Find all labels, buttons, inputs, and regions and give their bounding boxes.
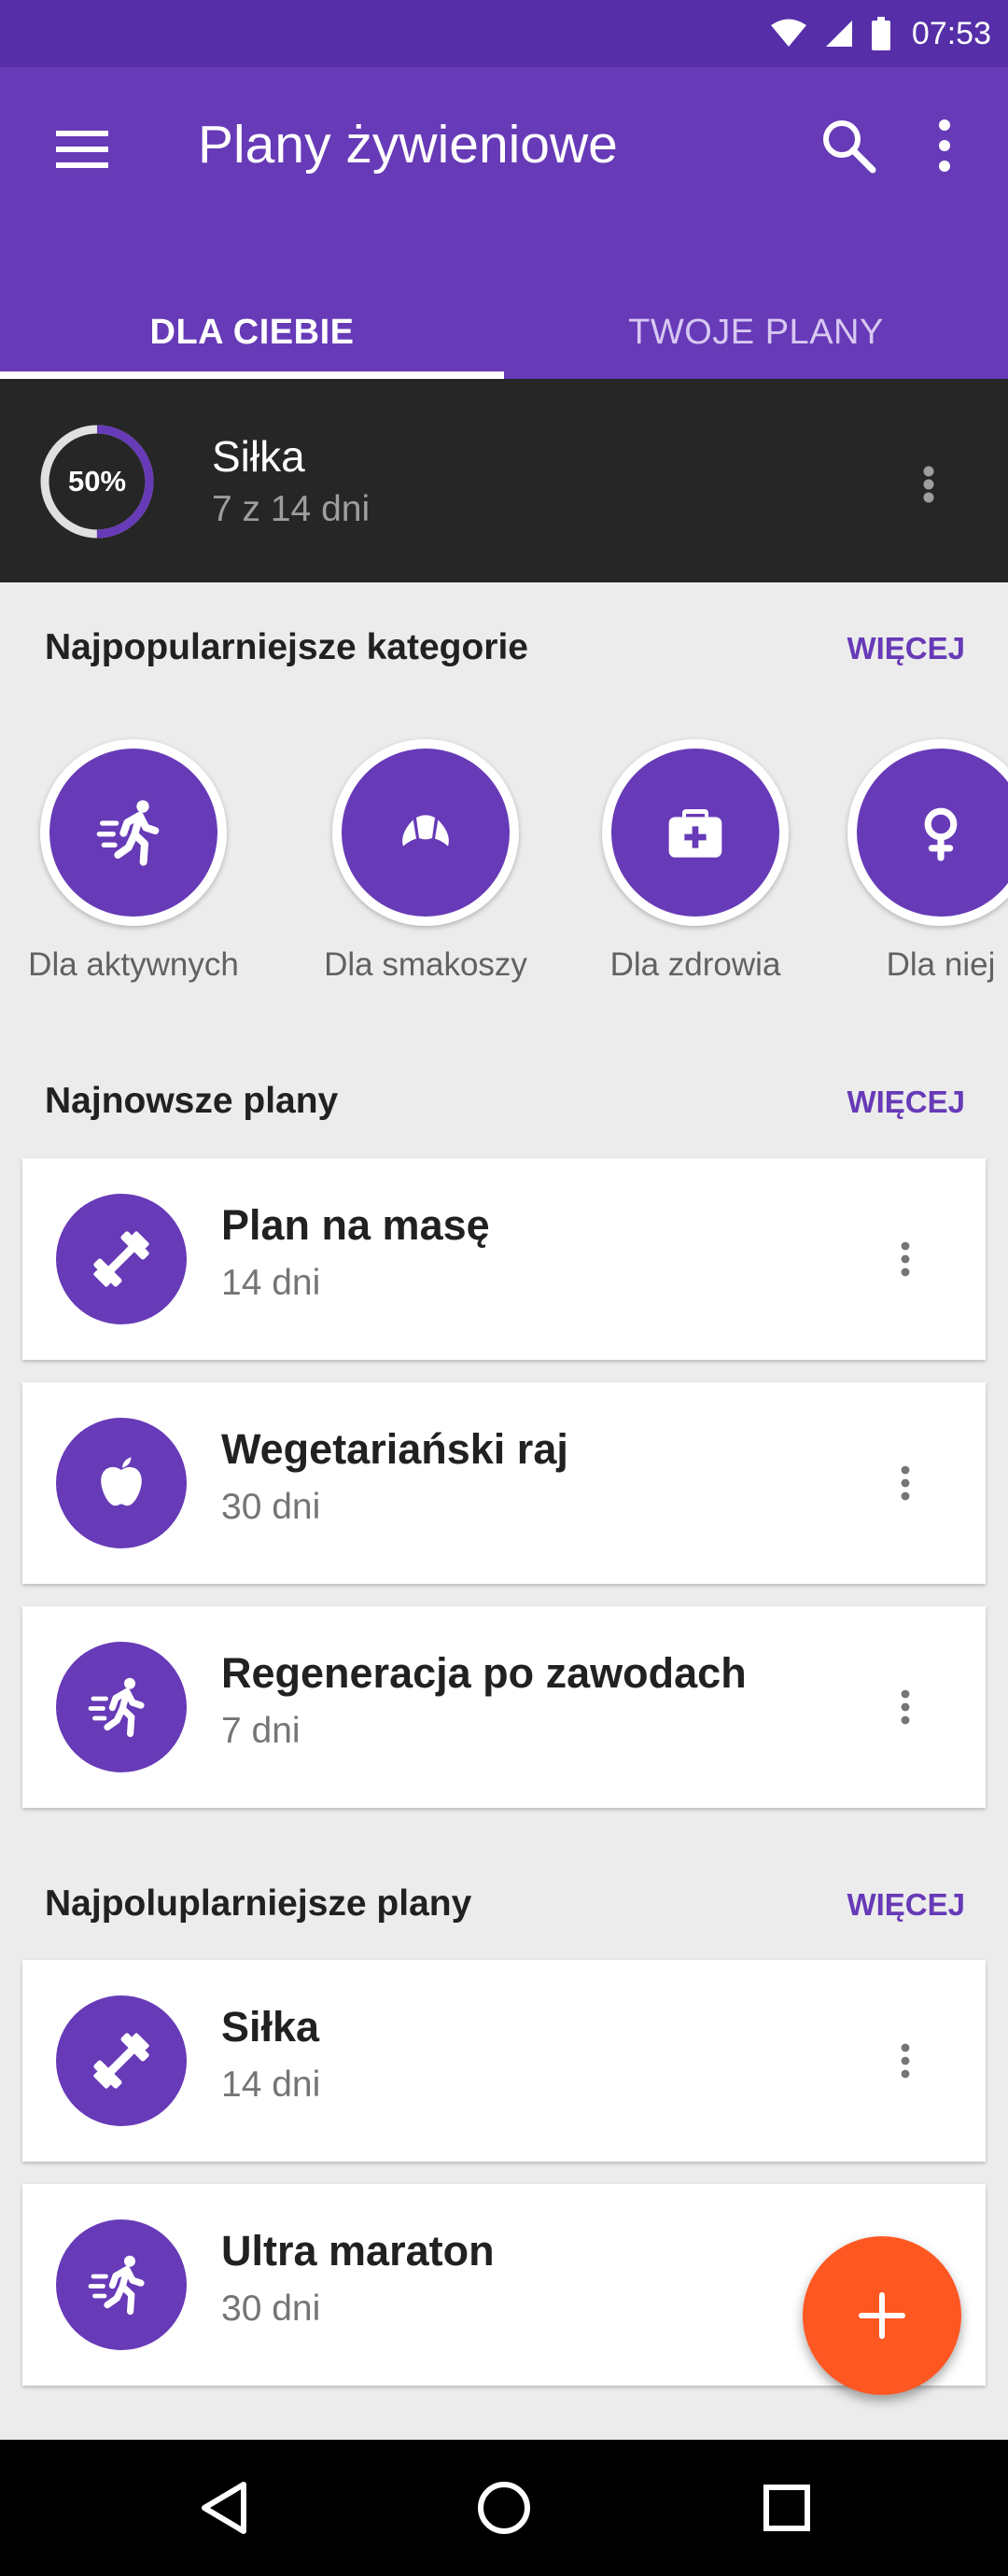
overflow-menu-button[interactable] — [924, 112, 965, 179]
more-vertical-icon — [901, 1241, 910, 1277]
status-icons: 07:53 — [770, 11, 991, 56]
nav-home-button[interactable] — [462, 2466, 546, 2550]
status-time: 07:53 — [911, 15, 991, 51]
dumbbell-icon — [86, 2025, 157, 2096]
newest-section-title: Najnowsze plany — [45, 1081, 339, 1121]
plan-duration: 30 dni — [221, 2289, 321, 2329]
dumbbell-icon — [86, 1224, 157, 1295]
battery-icon — [871, 17, 890, 50]
nav-back-button[interactable] — [182, 2466, 266, 2550]
wifi-icon — [770, 19, 806, 47]
first-aid-kit-icon — [658, 795, 733, 870]
current-plan-progress-text: 7 z 14 dni — [212, 489, 371, 529]
system-navigation-bar — [0, 2440, 1008, 2576]
category-label: Dla niej — [886, 946, 996, 983]
plan-duration: 14 dni — [221, 1263, 321, 1303]
plan-title: Wegetariański raj — [221, 1425, 568, 1473]
category-label: Dla aktywnych — [28, 946, 239, 983]
plan-icon — [56, 1995, 187, 2126]
plus-icon — [859, 2292, 905, 2339]
search-icon — [823, 120, 876, 174]
tab-indicator — [0, 371, 504, 379]
running-icon — [88, 1673, 155, 1741]
running-icon — [96, 795, 171, 870]
apple-icon — [89, 1450, 154, 1516]
category-active-button[interactable] — [40, 739, 227, 926]
page-title: Plany żywieniowe — [198, 115, 618, 175]
category-health-button[interactable] — [602, 739, 789, 926]
status-bar: 07:53 — [0, 0, 1008, 67]
female-icon — [907, 799, 974, 866]
signal-icon — [825, 21, 852, 47]
plan-duration: 30 dni — [221, 1487, 321, 1527]
recents-square-icon — [763, 2485, 810, 2531]
tab-twoje-plany[interactable]: TWOJE PLANY — [504, 286, 1008, 379]
current-plan-title: Siłka — [212, 432, 305, 481]
plan-title: Ultra maraton — [221, 2227, 495, 2275]
plan-more-button[interactable] — [887, 2023, 924, 2098]
plan-title: Siłka — [221, 2003, 320, 2051]
plan-more-button[interactable] — [887, 1446, 924, 1520]
plan-duration: 14 dni — [221, 2065, 321, 2105]
category-label: Dla smakoszy — [324, 946, 527, 983]
popular-more-link[interactable]: WIĘCEJ — [847, 1887, 965, 1923]
current-plan-more-button[interactable] — [910, 446, 947, 521]
popular-section-title: Najpoluplarniejsze plany — [45, 1883, 472, 1924]
newest-more-link[interactable]: WIĘCEJ — [847, 1085, 965, 1120]
back-triangle-icon — [202, 2482, 246, 2534]
menu-button[interactable] — [49, 116, 116, 183]
category-for-her-button[interactable] — [847, 739, 1008, 926]
nav-recents-button[interactable] — [745, 2466, 829, 2550]
plan-title: Plan na masę — [221, 1201, 490, 1249]
plan-card[interactable]: Siłka 14 dni — [22, 1960, 986, 2162]
more-vertical-icon — [939, 119, 950, 172]
more-vertical-icon — [901, 1465, 910, 1501]
categories-section-title: Najpopularniejsze kategorie — [45, 627, 528, 667]
plan-duration: 7 dni — [221, 1711, 301, 1751]
running-icon — [88, 2251, 155, 2318]
more-vertical-icon — [923, 466, 934, 503]
plan-icon — [56, 1642, 187, 1772]
plan-icon — [56, 2219, 187, 2350]
app-bar: Plany żywieniowe DLA CIEBIE TWOJE PLANY — [0, 67, 1008, 379]
plan-card[interactable]: Plan na masę 14 dni — [22, 1158, 986, 1360]
hamburger-menu-icon — [56, 131, 108, 168]
croissant-icon — [388, 795, 463, 870]
tab-dla-ciebie[interactable]: DLA CIEBIE — [0, 286, 504, 379]
plan-icon — [56, 1194, 187, 1324]
plan-title: Regeneracja po zawodach — [221, 1649, 747, 1697]
current-plan-card[interactable]: 50% Siłka 7 z 14 dni — [0, 379, 1008, 582]
plan-icon — [56, 1418, 187, 1548]
more-vertical-icon — [901, 1689, 910, 1725]
home-circle-icon — [478, 2482, 530, 2534]
add-plan-fab[interactable] — [803, 2236, 961, 2395]
plan-more-button[interactable] — [887, 1670, 924, 1744]
category-label: Dla zdrowia — [609, 946, 781, 983]
plan-card[interactable]: Regeneracja po zawodach 7 dni — [22, 1606, 986, 1808]
more-vertical-icon — [901, 2043, 910, 2079]
category-gourmet-button[interactable] — [332, 739, 519, 926]
plan-more-button[interactable] — [887, 1222, 924, 1296]
search-button[interactable] — [815, 112, 882, 179]
categories-more-link[interactable]: WIĘCEJ — [847, 631, 965, 666]
progress-label: 50% — [67, 465, 127, 497]
plan-card[interactable]: Wegetariański raj 30 dni — [22, 1382, 986, 1584]
